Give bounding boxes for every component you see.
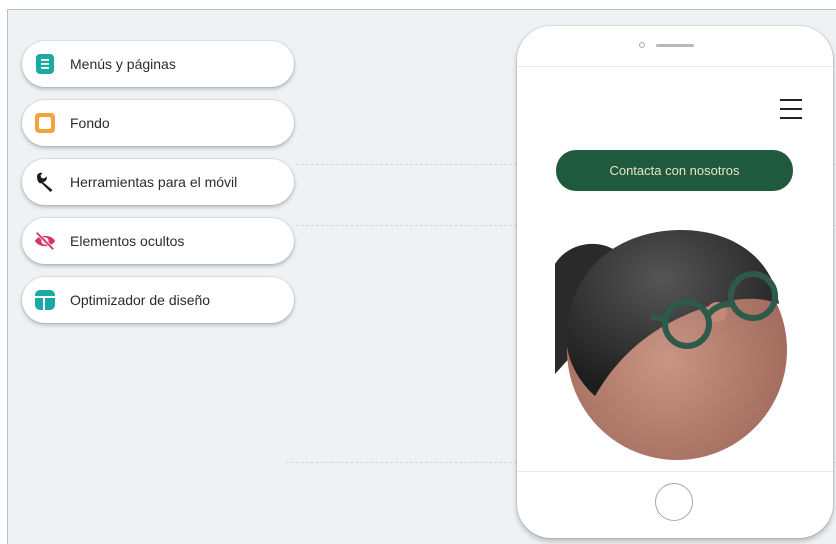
menu-item-label: Optimizador de diseño [70,292,211,308]
guide-line [296,225,517,226]
hamburger-menu-icon[interactable] [780,99,802,119]
character-with-glasses-illustration [555,224,797,462]
phone-bottom-bezel [517,471,833,538]
home-button-icon [655,483,693,521]
mobile-preview: Contacta con nosotros [517,26,833,538]
hidden-eye-icon [34,230,56,252]
menu-item-label: Menús y páginas [70,56,176,72]
background-button[interactable]: Fondo [22,100,294,146]
menu-item-label: Elementos ocultos [70,233,185,249]
speaker-icon [656,44,694,47]
contact-us-button[interactable]: Contacta con nosotros [556,150,793,191]
mobile-tools-button[interactable]: Herramientas para el móvil [22,159,294,205]
camera-icon [639,42,645,48]
hidden-elements-button[interactable]: Elementos ocultos [22,218,294,264]
phone-top-bezel [517,26,833,67]
menu-item-label: Fondo [70,115,110,131]
menu-item-label: Herramientas para el móvil [70,174,238,190]
wrench-icon [34,171,56,193]
background-icon [34,112,56,134]
editor-canvas: Menús y páginas Fondo Herramientas para … [7,9,836,544]
menus-pages-button[interactable]: Menús y páginas [22,41,294,87]
layout-optimizer-button[interactable]: Optimizador de diseño [22,277,294,323]
pages-icon [34,53,56,75]
guide-line [296,164,517,165]
guide-line [286,462,517,463]
layout-optimizer-icon [34,289,56,311]
